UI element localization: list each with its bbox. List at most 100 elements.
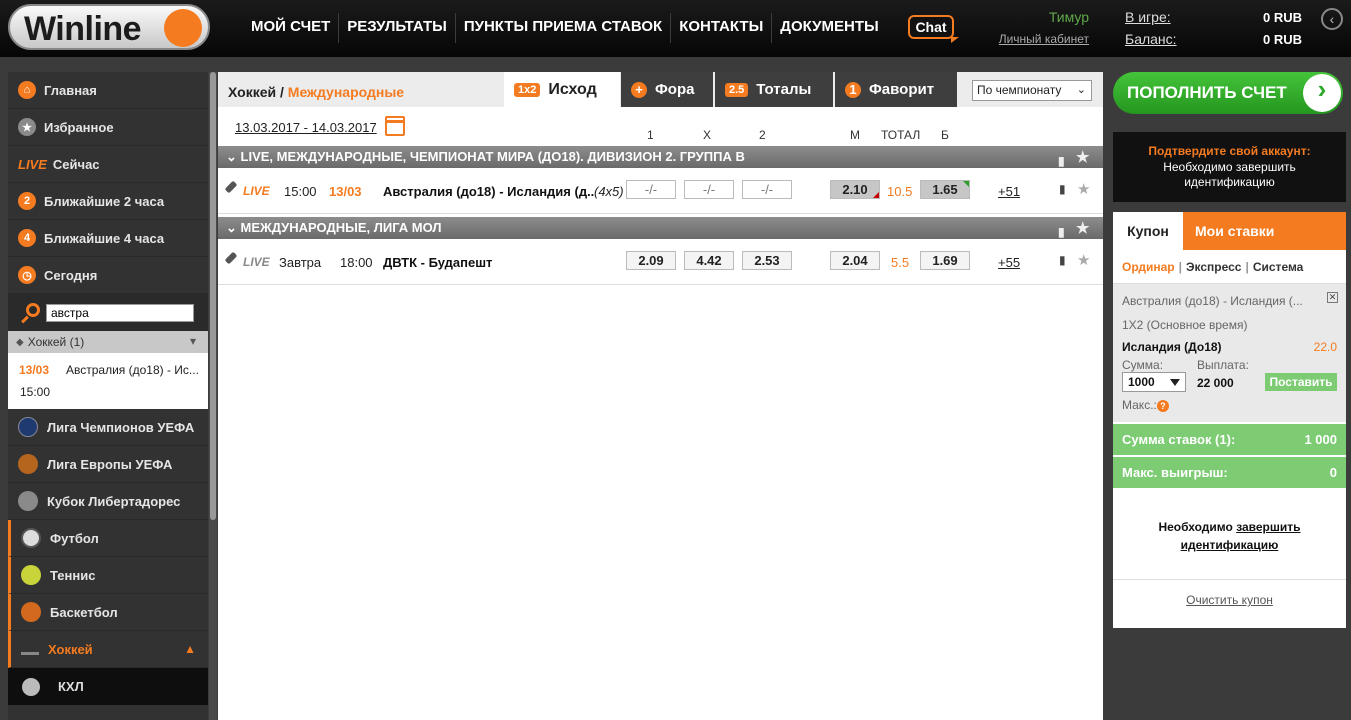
bet-type-single[interactable]: Ординар	[1122, 260, 1175, 274]
more-markets-link[interactable]: +55	[998, 255, 1020, 270]
tab-outcome[interactable]: 1x2 Исход	[504, 72, 620, 107]
odd-total-over[interactable]: 1.69	[920, 251, 970, 270]
balance-label[interactable]: Баланс:	[1125, 31, 1177, 47]
max-win-row: Макс. выигрыш: 0	[1113, 457, 1346, 488]
sidebar-item-basketball[interactable]: Баскетбол	[8, 594, 208, 631]
chevron-down-icon: ⌄	[226, 149, 241, 164]
odd-x[interactable]: 4.42	[684, 251, 734, 270]
col-header-b: Б	[941, 128, 949, 142]
sidebar-item-label: Хоккей	[48, 641, 93, 657]
star-icon[interactable]: ★	[1076, 147, 1089, 169]
tab-handicap[interactable]: + Фора	[621, 72, 713, 107]
sidebar-item-football[interactable]: Футбол	[8, 520, 208, 557]
event-name[interactable]: Австралия (до18) - Исландия (д..	[383, 184, 594, 199]
tennis-icon	[21, 565, 41, 585]
sidebar-item-today[interactable]: ◷ Сегодня	[8, 257, 208, 294]
date-range[interactable]: 13.03.2017 - 14.03.2017	[235, 120, 377, 135]
total-stakes-value: 1 000	[1304, 432, 1337, 447]
championship-select[interactable]: По чемпионату ⌄	[972, 80, 1092, 101]
event-group-header[interactable]: ⌄ LIVE, МЕЖДУНАРОДНЫЕ, ЧЕМПИОНАТ МИРА (Д…	[218, 146, 1103, 168]
winline-logo[interactable]: Winline	[8, 4, 210, 50]
star-icon[interactable]: ★	[1077, 180, 1090, 198]
calendar-icon[interactable]	[385, 116, 405, 136]
nav-my-account[interactable]: МОЙ СЧЕТ	[243, 13, 338, 43]
personal-cabinet-link[interactable]: Личный кабинет	[999, 32, 1089, 46]
odd-total-over[interactable]: 1.65	[920, 180, 970, 199]
place-bet-button[interactable]: Поставить	[1265, 373, 1337, 391]
tab-label: Фаворит	[869, 81, 935, 98]
sidebar-scrollbar[interactable]	[209, 72, 217, 720]
odd-1[interactable]: -/-	[626, 180, 676, 199]
identification-note: Необходимо завершить идентификацию	[1113, 488, 1346, 580]
sidebar-item-libertadores[interactable]: Кубок Либертадорес	[8, 483, 208, 520]
search-result-item[interactable]: 13/03 Австралия (до18) - Ис... 15:00	[8, 353, 208, 409]
odd-1[interactable]: 2.09	[626, 251, 676, 270]
four-hours-badge: 4	[18, 229, 36, 247]
chevron-up-icon[interactable]: ▲	[184, 642, 196, 656]
event-day: Завтра	[279, 255, 322, 270]
event-group-header[interactable]: ⌄ МЕЖДУНАРОДНЫЕ, ЛИГА МОЛ ▮ ★	[218, 217, 1103, 239]
hockey-stick-icon	[224, 251, 238, 265]
odd-total-under[interactable]: 2.10	[830, 180, 880, 199]
search-icon[interactable]	[20, 302, 40, 323]
scrollbar-thumb[interactable]	[210, 72, 216, 520]
odd-2[interactable]: 2.53	[742, 251, 792, 270]
event-row[interactable]: LIVE 15:00 13/03 Австралия (до18) - Исла…	[218, 168, 1103, 214]
nav-contacts[interactable]: КОНТАКТЫ	[670, 13, 771, 43]
group-title: МЕЖДУНАРОДНЫЕ, ЛИГА МОЛ	[240, 220, 442, 235]
nav-betting-points[interactable]: ПУНКТЫ ПРИЕМА СТАВОК	[454, 13, 670, 43]
search-result-group[interactable]: ◆ Хоккей (1) ▾	[8, 331, 208, 353]
top-header: Winline МОЙ СЧЕТ РЕЗУЛЬТАТЫ ПУНКТЫ ПРИЕМ…	[0, 0, 1351, 57]
breadcrumb-sport[interactable]: Хоккей	[228, 84, 276, 100]
star-icon[interactable]: ★	[1077, 251, 1090, 269]
chat-button[interactable]: Chat	[908, 15, 959, 43]
max-stake-label: Макс.:	[1122, 398, 1157, 412]
sidebar-item-next-2h[interactable]: 2 Ближайшие 2 часа	[8, 183, 208, 220]
close-icon[interactable]: ✕	[1327, 292, 1338, 303]
chevron-right-icon: ›	[1303, 74, 1341, 112]
select-value: По чемпионату	[977, 83, 1062, 97]
sidebar-item-favorites[interactable]: ★ Избранное	[8, 109, 208, 146]
back-icon[interactable]: ‹	[1321, 8, 1343, 30]
khl-icon	[22, 677, 40, 696]
sidebar-item-home[interactable]: ⌂ Главная	[8, 72, 208, 109]
logo-text: Winline	[24, 10, 142, 48]
sidebar-item-hockey[interactable]: Хоккей ▲	[8, 631, 208, 668]
nav-documents[interactable]: ДОКУМЕНТЫ	[771, 13, 886, 43]
event-row[interactable]: LIVE Завтра 18:00 ДВТК - Будапешт 2.09 4…	[218, 239, 1103, 285]
bet-type-express[interactable]: Экспресс	[1186, 260, 1242, 274]
stats-icon[interactable]: ▮	[1059, 182, 1066, 196]
sidebar-item-uel[interactable]: Лига Европы УЕФА	[8, 446, 208, 483]
help-icon[interactable]: ?	[1156, 399, 1169, 412]
nav-results[interactable]: РЕЗУЛЬТАТЫ	[338, 13, 455, 43]
odd-2[interactable]: -/-	[742, 180, 792, 199]
sidebar-item-ucl[interactable]: Лига Чемпионов УЕФА	[8, 409, 208, 446]
clear-coupon-link[interactable]: Очистить купон	[1113, 580, 1346, 620]
odd-total-under[interactable]: 2.04	[830, 251, 880, 270]
top-up-button[interactable]: ПОПОЛНИТЬ СЧЕТ ›	[1113, 72, 1343, 114]
sidebar-item-tennis[interactable]: Теннис	[8, 557, 208, 594]
breadcrumb-subcategory[interactable]: Международные	[288, 84, 404, 100]
col-header-total: ТОТАЛ	[881, 128, 921, 142]
search-input[interactable]	[46, 303, 194, 322]
balance-value: 0 RUB	[1262, 32, 1302, 47]
tab-coupon[interactable]: Купон	[1113, 212, 1183, 250]
tab-favorite[interactable]: 1 Фаворит	[835, 72, 957, 107]
sidebar-subitem-khl[interactable]: КХЛ	[8, 668, 208, 705]
sidebar-item-live-now[interactable]: LIVE Сейчас	[8, 146, 208, 183]
slip-market: 1X2 (Основное время)	[1122, 318, 1248, 332]
odd-x[interactable]: -/-	[684, 180, 734, 199]
sidebar: ⌂ Главная ★ Избранное LIVE Сейчас 2 Ближ…	[8, 72, 208, 720]
star-icon[interactable]: ★	[1076, 218, 1089, 240]
sidebar-item-next-4h[interactable]: 4 Ближайшие 4 часа	[8, 220, 208, 257]
stake-select[interactable]: 1000	[1122, 372, 1186, 392]
event-time: 18:00	[340, 255, 373, 270]
chevron-down-icon[interactable]: ▾	[190, 334, 196, 348]
bet-type-system[interactable]: Система	[1253, 260, 1304, 274]
tab-my-bets[interactable]: Мои ставки	[1195, 212, 1274, 250]
tab-totals[interactable]: 2.5 Тоталы	[715, 72, 833, 107]
event-name[interactable]: ДВТК - Будапешт	[383, 255, 492, 270]
in-game-label[interactable]: В игре:	[1125, 9, 1171, 25]
stats-icon[interactable]: ▮	[1059, 253, 1066, 267]
more-markets-link[interactable]: +51	[998, 184, 1020, 199]
